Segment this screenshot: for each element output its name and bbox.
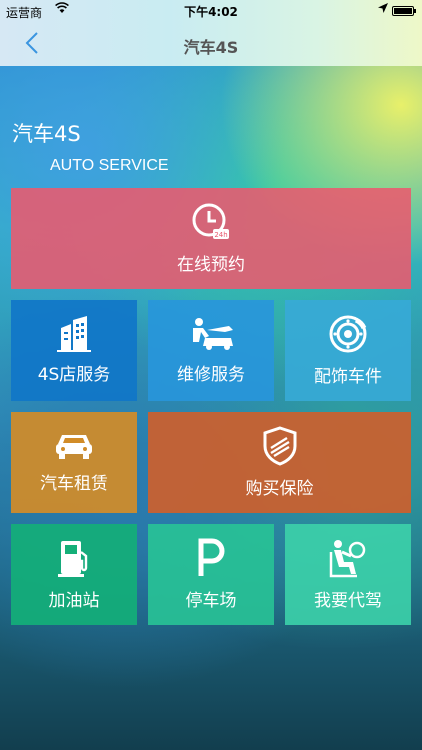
tile-car-rental[interactable]: 汽车租赁 bbox=[11, 412, 137, 513]
parking-icon bbox=[198, 538, 225, 576]
battery-icon bbox=[392, 6, 416, 16]
building-icon bbox=[57, 316, 91, 352]
tile-parking-lot[interactable]: 停车场 bbox=[148, 524, 274, 625]
tile-accessories-parts[interactable]: 配饰车件 bbox=[285, 300, 411, 401]
tile-gas-station[interactable]: 加油站 bbox=[11, 524, 137, 625]
car-icon bbox=[56, 435, 92, 459]
tile-repair-service[interactable]: 维修服务 bbox=[148, 300, 274, 401]
tile-label: 配饰车件 bbox=[314, 367, 382, 387]
clock-24h-icon: 24h bbox=[192, 203, 229, 239]
location-arrow-icon bbox=[378, 3, 388, 16]
tile-label: 停车场 bbox=[185, 591, 237, 611]
brake-disc-icon bbox=[329, 315, 367, 353]
tile-online-booking[interactable]: 24h 在线预约 bbox=[11, 188, 411, 289]
tile-label: 我要代驾 bbox=[314, 591, 382, 611]
tile-label: 在线预约 bbox=[177, 255, 245, 275]
tile-label: 加油站 bbox=[48, 591, 100, 611]
tile-label: 购买保险 bbox=[245, 479, 314, 499]
tile-label: 汽车租赁 bbox=[40, 474, 108, 494]
nav-title: 汽车4S bbox=[183, 38, 239, 57]
status-bar: 运营商 下午4:02 bbox=[0, 0, 422, 22]
fuel-pump-icon bbox=[58, 541, 88, 577]
page-title: 汽车4S bbox=[12, 122, 81, 146]
svg-text:24h: 24h bbox=[214, 231, 227, 239]
clock-label: 下午4:02 bbox=[184, 5, 238, 19]
top-bar: 运营商 下午4:02 汽车4S bbox=[0, 0, 422, 66]
tile-4s-store-service[interactable]: 4S店服务 bbox=[11, 300, 137, 401]
tile-label: 4S店服务 bbox=[37, 365, 111, 385]
page-subtitle: AUTO SERVICE bbox=[50, 157, 169, 174]
navigation-bar: 汽车4S bbox=[0, 22, 422, 66]
shield-icon bbox=[263, 426, 296, 466]
mechanic-car-icon bbox=[193, 318, 233, 350]
driver-seat-icon bbox=[329, 540, 366, 578]
tile-designated-driver[interactable]: 我要代驾 bbox=[285, 524, 411, 625]
tile-buy-insurance[interactable]: 购买保险 bbox=[148, 412, 411, 513]
tile-label: 维修服务 bbox=[177, 365, 245, 385]
